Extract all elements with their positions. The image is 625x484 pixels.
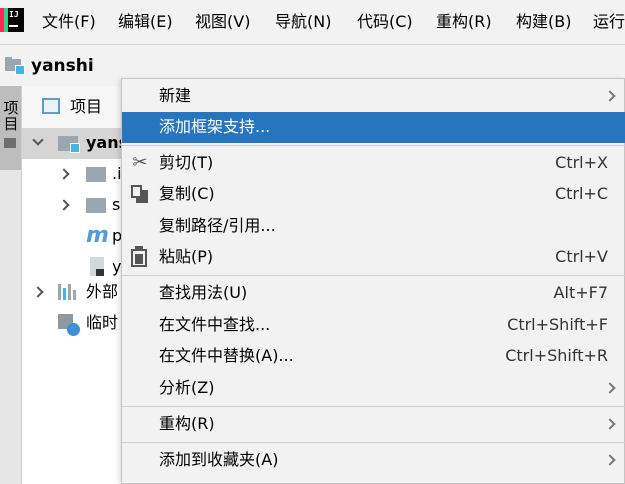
menu-item-shortcut: Alt+F7: [553, 283, 608, 302]
tree-label: s: [112, 195, 121, 214]
menu-item-label: 在文件中查找...: [159, 315, 271, 334]
menu-item-find-in-files[interactable]: 在文件中查找... Ctrl+Shift+F: [122, 310, 625, 341]
scissors-icon: ✂: [132, 152, 148, 173]
project-folder-icon: [5, 57, 25, 75]
menu-item-label: 重构(R): [159, 414, 215, 433]
menu-item-shortcut: Ctrl+C: [554, 184, 608, 203]
menu-item-new[interactable]: 新建: [122, 81, 625, 112]
folder-icon: [86, 198, 106, 213]
menu-code[interactable]: 代码(C): [357, 10, 413, 34]
menu-item-label: 粘贴(P): [159, 247, 214, 266]
menu-item-paste[interactable]: 粘贴(P) Ctrl+V: [122, 242, 625, 273]
context-menu: 新建 添加框架支持... ✂ 剪切(T) Ctrl+X 复制(C) Ctrl+C…: [121, 78, 625, 484]
menu-item-shortcut: Ctrl+Shift+R: [505, 346, 608, 365]
chevron-down-icon[interactable]: [32, 134, 44, 146]
menu-edit[interactable]: 编辑(E): [118, 10, 173, 34]
menu-item-shortcut: Ctrl+Shift+F: [507, 315, 608, 334]
menu-item-copy-path[interactable]: 复制路径/引用...: [122, 211, 625, 242]
menu-item-label: 添加框架支持...: [159, 117, 271, 136]
menu-refactor[interactable]: 重构(R): [436, 10, 492, 34]
menu-item-label: 分析(Z): [159, 378, 215, 397]
menu-item-label: 添加到收藏夹(A): [159, 450, 279, 469]
menu-separator: [122, 145, 625, 146]
tree-label: 临时: [86, 313, 119, 332]
breadcrumb-project[interactable]: yanshi: [31, 54, 94, 78]
menu-bar: IJ 文件(F) 编辑(E) 视图(V) 导航(N) 代码(C) 重构(R) 构…: [0, 0, 625, 44]
menu-file[interactable]: 文件(F): [42, 10, 96, 34]
menu-item-label: 复制路径/引用...: [159, 216, 276, 235]
maven-m-icon: m: [86, 223, 109, 248]
libraries-icon: [58, 284, 78, 300]
chevron-right-icon: [604, 90, 616, 102]
paste-icon: [131, 246, 147, 267]
menu-item-analyze[interactable]: 分析(Z): [122, 373, 625, 404]
menu-item-shortcut: Ctrl+X: [555, 153, 608, 172]
tool-window-strip: 项目: [0, 86, 22, 484]
scratches-icon: [58, 314, 80, 336]
logo-text: IJ: [9, 10, 19, 19]
copy-icon: [131, 185, 148, 203]
project-view-selector[interactable]: 项目: [70, 95, 102, 119]
chevron-right-icon[interactable]: [58, 168, 70, 180]
menu-item-label: 查找用法(U): [159, 283, 248, 302]
folder-icon: [86, 167, 106, 182]
menu-item-find-usages[interactable]: 查找用法(U) Alt+F7: [122, 278, 625, 309]
intellij-logo-icon[interactable]: IJ: [0, 8, 24, 32]
menu-navigate[interactable]: 导航(N): [275, 10, 331, 34]
menu-item-refactor[interactable]: 重构(R): [122, 409, 625, 440]
menu-item-label: 新建: [159, 86, 192, 105]
menu-run[interactable]: 运行: [593, 10, 625, 34]
project-view-icon: [42, 98, 60, 114]
menu-separator: [122, 406, 625, 407]
project-tool-tab-label: 项目: [3, 99, 19, 133]
menu-item-label: 在文件中替换(A)...: [159, 346, 294, 365]
menu-item-shortcut: Ctrl+V: [555, 247, 608, 266]
project-folder-icon: [58, 136, 80, 153]
menu-separator: [122, 275, 625, 276]
folder-icon: [4, 138, 16, 148]
menu-separator: [122, 442, 625, 443]
chevron-right-icon[interactable]: [32, 286, 44, 298]
chevron-right-icon[interactable]: [58, 199, 70, 211]
menu-item-label: 剪切(T): [159, 153, 214, 172]
chevron-right-icon: [604, 454, 616, 466]
menu-item-replace-in-files[interactable]: 在文件中替换(A)... Ctrl+Shift+R: [122, 341, 625, 372]
menu-item-copy[interactable]: 复制(C) Ctrl+C: [122, 179, 625, 210]
menu-item-label: 复制(C): [159, 184, 215, 203]
menu-build[interactable]: 构建(B): [516, 10, 571, 34]
project-tool-tab[interactable]: 项目: [0, 86, 21, 170]
chevron-right-icon: [604, 382, 616, 394]
chevron-right-icon: [604, 418, 616, 430]
menu-view[interactable]: 视图(V): [195, 10, 250, 34]
module-file-icon: [90, 257, 104, 276]
menu-item-cut[interactable]: ✂ 剪切(T) Ctrl+X: [122, 148, 625, 179]
menu-item-add-to-favorites[interactable]: 添加到收藏夹(A): [122, 445, 625, 476]
menu-item-add-framework-support[interactable]: 添加框架支持...: [122, 112, 625, 143]
tree-label: 外部: [86, 282, 119, 301]
